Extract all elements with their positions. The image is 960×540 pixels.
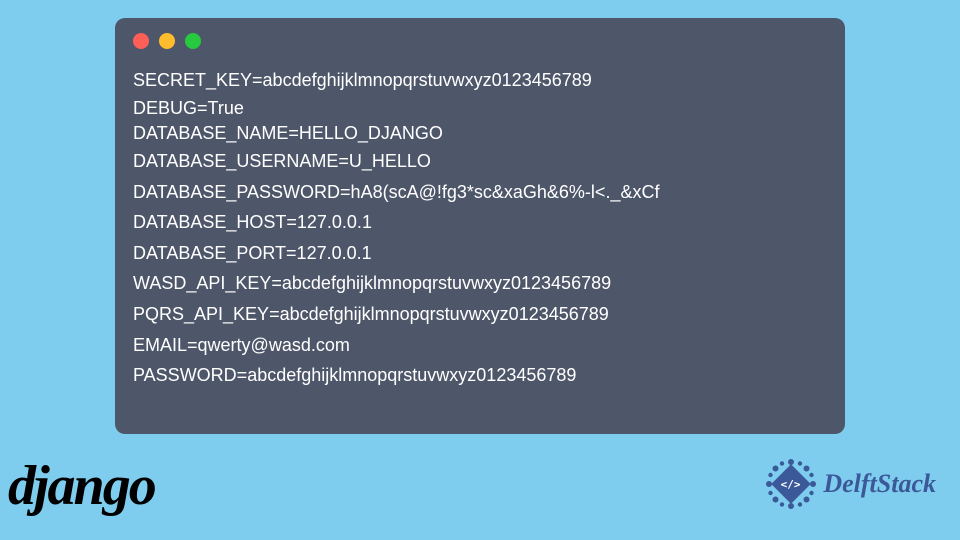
env-line: SECRET_KEY=abcdefghijklmnopqrstuvwxyz012… — [133, 65, 827, 96]
env-line: DATABASE_PORT=127.0.0.1 — [133, 238, 827, 269]
env-line: DATABASE_HOST=127.0.0.1 — [133, 207, 827, 238]
env-line: DATABASE_NAME=HELLO_DJANGO — [133, 121, 827, 146]
terminal-window: SECRET_KEY=abcdefghijklmnopqrstuvwxyz012… — [115, 18, 845, 434]
maximize-icon[interactable] — [185, 33, 201, 49]
window-controls — [133, 33, 827, 49]
env-line: WASD_API_KEY=abcdefghijklmnopqrstuvwxyz0… — [133, 268, 827, 299]
django-logo: django — [8, 454, 155, 518]
env-file-content: SECRET_KEY=abcdefghijklmnopqrstuvwxyz012… — [133, 65, 827, 391]
env-line: EMAIL=qwerty@wasd.com — [133, 330, 827, 361]
minimize-icon[interactable] — [159, 33, 175, 49]
env-line: DATABASE_PASSWORD=hA8(scA@!fg3*sc&xaGh&6… — [133, 177, 827, 208]
code-icon: </> — [781, 478, 801, 491]
delftstack-icon: </> — [765, 458, 817, 510]
close-icon[interactable] — [133, 33, 149, 49]
env-line: DEBUG=True — [133, 96, 827, 121]
env-line: DATABASE_USERNAME=U_HELLO — [133, 146, 827, 177]
delftstack-text: DelftStack — [823, 469, 936, 499]
env-line: PASSWORD=abcdefghijklmnopqrstuvwxyz01234… — [133, 360, 827, 391]
delftstack-logo: </> DelftStack — [765, 458, 936, 510]
env-line: PQRS_API_KEY=abcdefghijklmnopqrstuvwxyz0… — [133, 299, 827, 330]
